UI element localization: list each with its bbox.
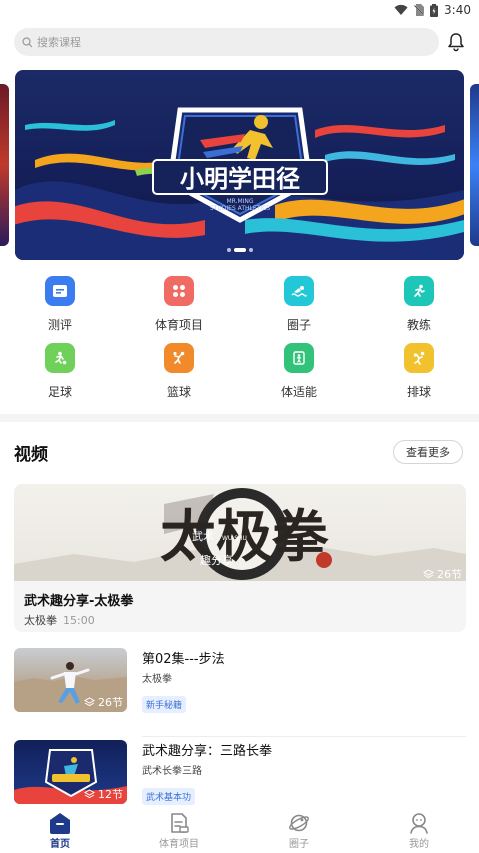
banner-carousel[interactable]: 小明学田径 MR.MING STUDIES ATHLETICS <box>0 70 479 260</box>
category-label: 体育项目 <box>154 318 203 332</box>
video-thumbnail: 26节 <box>14 648 127 712</box>
video-title: 第02集---步法 <box>142 652 225 667</box>
featured-thumbnail-art: 太极拳 武术 WU SHU 趣分享 <box>14 488 466 581</box>
tab-label: 我的 <box>409 839 429 850</box>
search-icon <box>22 36 33 47</box>
tab-sports[interactable]: 体育项目 <box>139 812 219 850</box>
layers-icon <box>423 569 434 579</box>
featured-video-subtitle: 太极拳 <box>24 614 57 627</box>
featured-thumb-small-3: 趣分享 <box>200 553 233 567</box>
category-coach[interactable]: 教练 <box>374 276 464 336</box>
category-football[interactable]: 足球 <box>15 343 105 403</box>
fitness-icon <box>284 343 314 373</box>
video-thumbnail: 12节 <box>14 740 127 804</box>
featured-video-title: 武术趣分享-太极拳 <box>24 594 134 609</box>
category-fitness[interactable]: 体适能 <box>254 343 344 403</box>
tab-label: 首页 <box>50 839 70 850</box>
featured-thumb-small-2: WU SHU <box>222 535 247 542</box>
person-icon <box>410 813 428 834</box>
runner-icon <box>404 276 434 306</box>
bottom-tab-bar: 首页 体育项目 圈子 我的 <box>0 808 479 853</box>
status-time: 3:40 <box>444 3 471 17</box>
video-tag: 新手秘籍 <box>142 696 187 713</box>
tab-home[interactable]: 首页 <box>20 812 100 850</box>
lesson-count-badge: 26节 <box>84 694 123 710</box>
pagination-dot-active[interactable] <box>233 248 246 252</box>
featured-video-duration: 15:00 <box>63 614 95 627</box>
bell-icon[interactable] <box>446 32 466 52</box>
video-subtitle: 武术长拳三路 <box>142 766 202 777</box>
category-sports[interactable]: 体育项目 <box>134 276 224 336</box>
videos-section-title: 视频 <box>14 445 48 465</box>
section-divider <box>0 414 479 422</box>
category-label: 测评 <box>47 318 72 332</box>
banner-title: 小明学田径 <box>180 165 300 193</box>
pagination-dot[interactable] <box>248 248 253 252</box>
swimming-icon <box>284 276 314 306</box>
football-icon <box>45 343 75 373</box>
banner-pagination <box>15 248 464 252</box>
lesson-count: 26节 <box>437 568 462 581</box>
category-basketball[interactable]: 篮球 <box>134 343 224 403</box>
category-circle[interactable]: 圈子 <box>254 276 344 336</box>
view-more-button[interactable]: 查看更多 <box>393 440 463 464</box>
featured-video-card[interactable]: 太极拳 武术 WU SHU 趣分享 26节 武术趣分享-太极拳 太极拳 15:00 <box>14 484 466 632</box>
banner-slide[interactable]: 小明学田径 MR.MING STUDIES ATHLETICS <box>15 70 464 260</box>
layers-icon <box>84 789 95 799</box>
category-label: 篮球 <box>166 385 191 399</box>
banner-artwork: 小明学田径 MR.MING STUDIES ATHLETICS <box>15 107 464 260</box>
document-icon <box>171 813 189 833</box>
video-title: 武术趣分享：三路长拳 <box>142 744 273 759</box>
basketball-icon <box>164 343 194 373</box>
banner-subtitle-1: MR.MING <box>226 198 253 205</box>
tab-circle[interactable]: 圈子 <box>259 812 339 850</box>
battery-icon <box>430 3 439 17</box>
row-divider <box>142 736 466 737</box>
search-input[interactable]: 搜索课程 <box>14 28 439 56</box>
featured-video-meta: 太极拳 15:00 <box>24 612 95 628</box>
category-volleyball[interactable]: 排球 <box>374 343 464 403</box>
video-tag: 武术基本功 <box>142 788 196 805</box>
tab-label: 圈子 <box>289 839 309 850</box>
grid-icon <box>164 276 194 306</box>
category-label: 圈子 <box>286 318 311 332</box>
search-row: 搜索课程 <box>14 28 466 56</box>
no-sim-icon <box>414 4 425 16</box>
banner-prev-peek[interactable] <box>0 84 9 246</box>
pagination-dot[interactable] <box>226 248 231 252</box>
category-label: 教练 <box>406 318 431 332</box>
clipboard-icon <box>45 276 75 306</box>
video-list-item[interactable]: 12节 武术趣分享：三路长拳 武术长拳三路 武术基本功 <box>14 740 466 810</box>
category-assessment[interactable]: 测评 <box>15 276 105 336</box>
video-subtitle: 太极拳 <box>142 674 172 685</box>
volleyball-icon <box>404 343 434 373</box>
lesson-count: 12节 <box>98 788 123 801</box>
lesson-count: 26节 <box>98 696 123 709</box>
featured-thumb-small-1: 武术 <box>192 530 214 543</box>
lesson-count-badge: 12节 <box>84 786 123 802</box>
layers-icon <box>84 697 95 707</box>
lesson-count-badge: 26节 <box>423 566 462 582</box>
status-icons: 3:40 <box>394 3 471 17</box>
search-placeholder: 搜索课程 <box>37 36 81 49</box>
banner-subtitle-2: STUDIES ATHLETICS <box>210 205 270 212</box>
video-list-item[interactable]: 26节 第02集---步法 太极拳 新手秘籍 <box>14 648 466 737</box>
tab-profile[interactable]: 我的 <box>379 812 459 850</box>
category-label: 足球 <box>47 385 72 399</box>
planet-icon <box>289 814 309 832</box>
category-label: 体适能 <box>280 385 317 399</box>
banner-next-peek[interactable] <box>470 84 479 246</box>
tab-label: 体育项目 <box>159 839 199 850</box>
featured-video-thumbnail: 太极拳 武术 WU SHU 趣分享 26节 <box>14 484 466 581</box>
status-bar: 3:40 <box>0 0 479 22</box>
wifi-icon <box>394 4 408 15</box>
category-label: 排球 <box>406 385 431 399</box>
home-icon <box>50 813 70 834</box>
